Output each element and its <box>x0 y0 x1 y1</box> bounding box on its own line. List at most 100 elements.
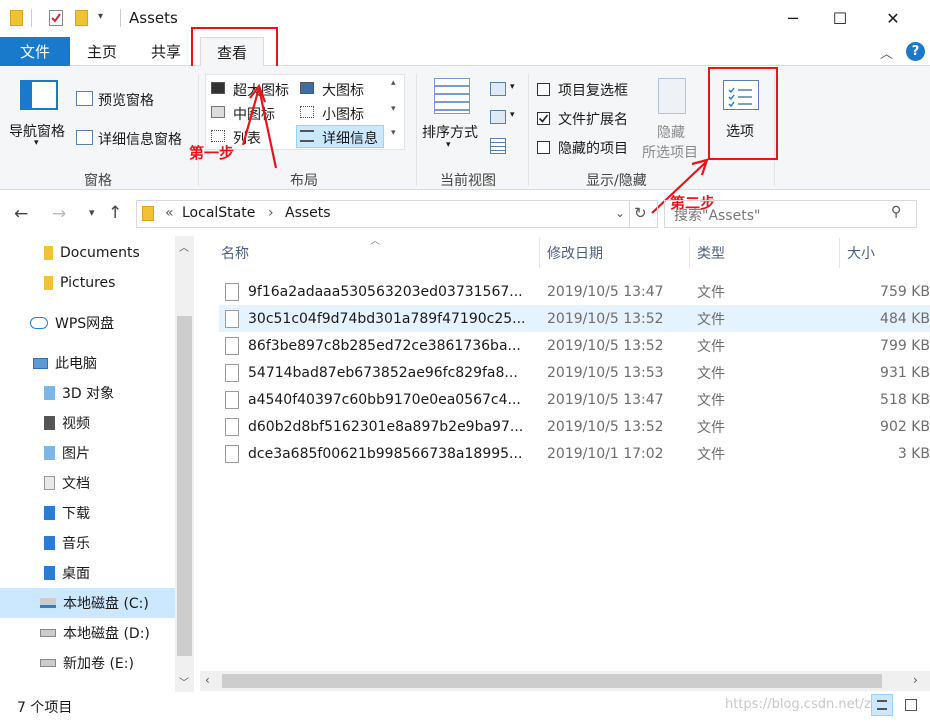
cloud-icon <box>30 317 48 329</box>
column-header-type[interactable]: 类型 <box>697 240 725 266</box>
file-type: 文件 <box>697 419 725 436</box>
address-bar[interactable]: « LocalState › Assets ⌄ ↻ <box>136 200 658 228</box>
nav-label: 图片 <box>62 446 90 462</box>
watermark: https://blog.csdn.net/zyq_ <box>725 697 894 712</box>
file-name: 54714bad87eb673852ae96fc829fa8... <box>248 364 518 381</box>
search-box[interactable]: 搜索"Assets" ⚲ <box>664 200 917 228</box>
scroll-up-icon[interactable]: ︿ <box>179 239 189 254</box>
breadcrumb-overflow[interactable]: « <box>165 205 174 221</box>
nav-label: 3D 对象 <box>62 386 115 402</box>
nav-item-this-pc[interactable]: 此电脑 <box>0 348 175 378</box>
file-date: 2019/10/5 13:47 <box>547 391 664 408</box>
file-row[interactable]: 54714bad87eb673852ae96fc829fa8... 2019/10… <box>219 359 930 386</box>
scrollbar-thumb[interactable] <box>177 316 192 656</box>
column-header-size[interactable]: 大小 <box>847 240 875 266</box>
nav-label: 音乐 <box>62 536 90 552</box>
file-row[interactable]: 86f3be897c8b285ed72ce3861736ba... 2019/10… <box>219 332 930 359</box>
navigation-pane: Documents Pictures WPS网盘 此电脑 3D 对象 视频 图片… <box>0 236 195 692</box>
file-name: dce3a685f00621b998566738a18995... <box>248 445 523 462</box>
file-size: 799 KB <box>880 337 930 354</box>
large-icons-view-button[interactable] <box>900 694 922 716</box>
up-button[interactable]: ↑ <box>108 203 122 223</box>
nav-item-3d-objects[interactable]: 3D 对象 <box>0 378 175 408</box>
nav-label: 本地磁盘 (C:) <box>63 596 149 612</box>
file-name: d60b2d8bf5162301e8a897b2e9ba97... <box>248 418 524 435</box>
file-icon <box>225 337 239 355</box>
nav-item-pictures[interactable]: Pictures <box>0 268 175 298</box>
file-row[interactable]: a4540f40397c60bb9170e0ea0567c4... 2019/10… <box>219 386 930 413</box>
column-divider[interactable] <box>539 238 540 268</box>
file-date: 2019/10/5 13:52 <box>547 418 664 435</box>
search-icon[interactable]: ⚲ <box>891 204 901 220</box>
nav-label: 下载 <box>62 506 90 522</box>
file-size: 3 KB <box>897 445 930 462</box>
folder-icon <box>142 206 154 221</box>
nav-item-drive-c[interactable]: 本地磁盘 (C:) <box>0 588 175 618</box>
file-type: 文件 <box>697 311 725 328</box>
file-icon <box>225 391 239 409</box>
recent-locations-button[interactable]: ▾ <box>89 206 95 219</box>
file-date: 2019/10/5 13:52 <box>547 310 664 327</box>
computer-icon <box>33 357 48 369</box>
folder-icon <box>44 246 53 260</box>
breadcrumb-assets[interactable]: Assets <box>285 205 331 221</box>
divider <box>629 201 630 227</box>
file-row[interactable]: dce3a685f00621b998566738a18995... 2019/10… <box>219 440 930 467</box>
column-header-name[interactable]: 名称 <box>221 240 249 266</box>
file-name: 86f3be897c8b285ed72ce3861736ba... <box>248 337 521 354</box>
sort-ascending-icon: ︿ <box>370 236 380 247</box>
3d-objects-icon <box>44 386 55 400</box>
nav-item-pictures-lib[interactable]: 图片 <box>0 438 175 468</box>
nav-label: 视频 <box>62 416 90 432</box>
documents-icon <box>44 476 55 490</box>
nav-item-drive-e[interactable]: 新加卷 (E:) <box>0 648 175 678</box>
file-type: 文件 <box>697 338 725 355</box>
scroll-left-icon[interactable]: ‹ <box>205 673 210 687</box>
file-row-hovered[interactable]: 30c51c04f9d74bd301a789f47190c25... 2019/1… <box>219 305 930 332</box>
nav-label: Documents <box>60 245 140 261</box>
file-icon <box>225 283 239 301</box>
breadcrumb-separator: › <box>268 205 274 221</box>
file-size: 931 KB <box>880 364 930 381</box>
nav-label: Pictures <box>60 275 116 291</box>
nav-scrollbar[interactable]: ︿ ﹀ <box>175 236 194 692</box>
file-date: 2019/10/5 13:47 <box>547 283 664 300</box>
horizontal-scrollbar[interactable]: ‹ › <box>200 671 930 691</box>
scroll-down-icon[interactable]: ﹀ <box>179 674 189 689</box>
download-icon <box>44 506 55 520</box>
breadcrumb-localstate[interactable]: LocalState <box>182 205 255 221</box>
nav-label: 新加卷 (E:) <box>63 656 134 672</box>
nav-item-wps-cloud[interactable]: WPS网盘 <box>0 308 175 338</box>
nav-item-documents-lib[interactable]: 文档 <box>0 468 175 498</box>
file-row[interactable]: 9f16a2adaaa530563203ed03731567... 2019/10… <box>219 278 930 305</box>
file-icon <box>225 310 239 328</box>
drive-icon <box>40 629 56 637</box>
file-type: 文件 <box>697 446 725 463</box>
back-button[interactable]: ← <box>14 204 28 224</box>
column-divider[interactable] <box>839 238 840 268</box>
nav-label: WPS网盘 <box>55 316 115 332</box>
nav-item-music[interactable]: 音乐 <box>0 528 175 558</box>
file-row[interactable]: d60b2d8bf5162301e8a897b2e9ba97... 2019/10… <box>219 413 930 440</box>
music-icon <box>44 536 55 550</box>
file-date: 2019/10/5 13:52 <box>547 337 664 354</box>
nav-item-documents[interactable]: Documents <box>0 238 175 268</box>
nav-item-videos[interactable]: 视频 <box>0 408 175 438</box>
address-dropdown-icon[interactable]: ⌄ <box>615 206 625 220</box>
nav-label: 文档 <box>62 476 90 492</box>
search-placeholder: 搜索"Assets" <box>674 208 761 224</box>
nav-item-downloads[interactable]: 下载 <box>0 498 175 528</box>
scrollbar-thumb[interactable] <box>222 674 882 688</box>
pictures-icon <box>44 446 55 460</box>
drive-icon <box>40 598 56 608</box>
scroll-right-icon[interactable]: › <box>913 673 918 687</box>
desktop-icon <box>44 566 55 580</box>
column-divider[interactable] <box>689 238 690 268</box>
details-view-button[interactable] <box>871 694 893 716</box>
forward-button[interactable]: → <box>52 204 66 224</box>
refresh-icon[interactable]: ↻ <box>634 204 647 222</box>
nav-item-desktop[interactable]: 桌面 <box>0 558 175 588</box>
nav-item-drive-d[interactable]: 本地磁盘 (D:) <box>0 618 175 648</box>
video-icon <box>44 416 55 430</box>
column-header-modified[interactable]: 修改日期 <box>547 240 603 266</box>
